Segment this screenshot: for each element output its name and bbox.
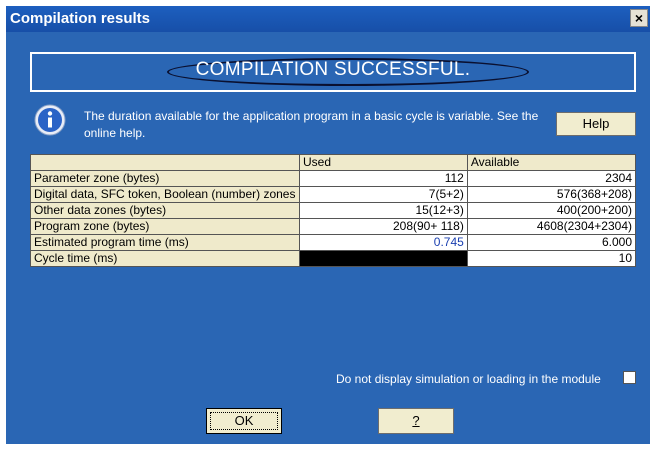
row-label: Cycle time (ms) — [30, 250, 300, 267]
close-button[interactable]: × — [630, 9, 648, 27]
no-display-checkbox[interactable] — [623, 371, 636, 384]
row-label: Estimated program time (ms) — [30, 234, 300, 251]
row-used: 208(90+ 118) — [298, 218, 468, 235]
status-message: COMPILATION SUCCESSFUL. — [195, 59, 471, 80]
table-row: Cycle time (ms) 10 — [30, 250, 637, 267]
row-label: Parameter zone (bytes) — [30, 170, 300, 187]
table-row: Digital data, SFC token, Boolean (number… — [30, 186, 637, 203]
no-display-label: Do not display simulation or loading in … — [336, 372, 601, 386]
header-blank — [30, 154, 300, 171]
header-used: Used — [298, 154, 468, 171]
header-available: Available — [466, 154, 637, 171]
row-used: 15(12+3) — [298, 202, 468, 219]
info-message: The duration available for the applicati… — [84, 109, 539, 140]
row-used: 7(5+2) — [298, 186, 468, 203]
row-label: Program zone (bytes) — [30, 218, 300, 235]
help-button[interactable]: Help — [556, 112, 636, 136]
row-available: 400(200+200) — [466, 202, 637, 219]
info-icon — [34, 104, 66, 136]
title-bar[interactable]: Compilation results × — [6, 6, 650, 32]
row-available: 6.000 — [466, 234, 637, 251]
row-available: 10 — [466, 250, 637, 267]
row-available: 4608(2304+2304) — [466, 218, 637, 235]
table-row: Parameter zone (bytes) 112 2304 — [30, 170, 637, 187]
row-label: Other data zones (bytes) — [30, 202, 300, 219]
question-button[interactable]: ? — [378, 408, 454, 434]
table-row: Program zone (bytes) 208(90+ 118) 4608(2… — [30, 218, 637, 235]
compilation-results-dialog: Compilation results × COMPILATION SUCCES… — [0, 0, 656, 450]
row-used: 112 — [298, 170, 468, 187]
ok-button[interactable]: OK — [206, 408, 282, 434]
row-available: 2304 — [466, 170, 637, 187]
results-table: Used Available Parameter zone (bytes) 11… — [30, 154, 637, 267]
row-label: Digital data, SFC token, Boolean (number… — [30, 186, 300, 203]
focus-ring — [210, 412, 278, 430]
status-panel: COMPILATION SUCCESSFUL. — [30, 52, 636, 92]
window-title: Compilation results — [10, 10, 151, 27]
row-used — [298, 250, 468, 267]
table-row: Other data zones (bytes) 15(12+3) 400(20… — [30, 202, 637, 219]
table-header-row: Used Available — [30, 154, 637, 171]
row-available: 576(368+208) — [466, 186, 637, 203]
table-row: Estimated program time (ms) 0.745 6.000 — [30, 234, 637, 251]
row-used: 0.745 — [298, 234, 468, 251]
dialog-body: COMPILATION SUCCESSFUL. The duration ava… — [6, 32, 650, 444]
